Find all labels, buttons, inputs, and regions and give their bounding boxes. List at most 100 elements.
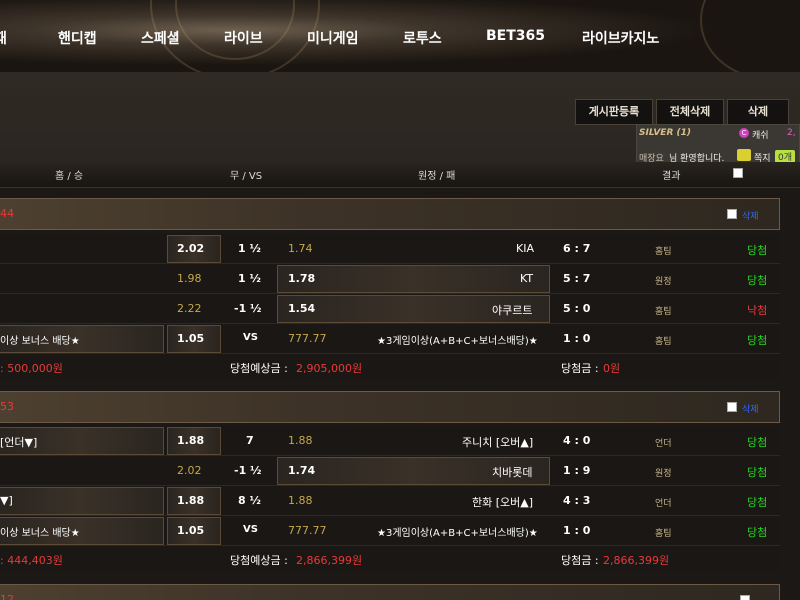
select-all-checkbox[interactable] [733,168,743,178]
nav-item-live[interactable]: 라이브 [224,28,263,48]
result-badge: 당첨 [747,526,768,539]
odd-box[interactable] [0,487,164,515]
result-badge: 낙첨 [747,304,768,317]
score: 1 : 0 [563,332,591,345]
table-row: 2.02 1 ½ 1.74 KIA 6 : 7 홈팀 당첨 [0,234,780,264]
delete-all-button[interactable]: 전체삭제 [656,99,724,125]
table-row: ▼] 1.88 8 ½ 1.88 한화 [오버▲] 4 : 3 언더 당첨 [0,486,780,516]
nav-item-0[interactable]: 패 [0,28,7,48]
user-status-box: SILVER (1) C 캐쉬 2, 매장요 님 환영합니다. 쪽지 0개 [636,124,800,166]
bet-type: 원정 [655,469,672,479]
result-badge: 당첨 [747,436,768,449]
group-number: 12 [0,593,14,600]
away-team: 주니치 [오버▲] [462,436,534,449]
result-badge: 당첨 [747,466,768,479]
bet-group-header: 44 삭제 [0,198,780,230]
nav-item-minigame[interactable]: 미니게임 [307,28,359,48]
nav-item-lotus[interactable]: 로투스 [403,28,442,48]
bet-type: 홈팀 [655,307,672,317]
away-team: ★3게임이상(A+B+C+보너스배당)★ [377,336,538,347]
expected-label: 당첨예상금 : [230,362,288,375]
result-badge: 당첨 [747,334,768,347]
mid-value: VS [243,524,258,535]
home-odd: 1.05 [177,524,205,537]
expected-amount: 2,866,399원 [296,554,363,567]
cash-label: 캐쉬 [752,131,769,141]
col-draw: 무 / VS [230,171,263,182]
home-odd: 2.02 [177,464,202,477]
home-odd: 1.88 [177,434,205,447]
win-amount: 0원 [603,362,621,375]
nav-item-handicap[interactable]: 핸디캡 [58,28,97,48]
win-label: 당첨금 : [561,362,599,375]
board-register-button[interactable]: 게시판등록 [575,99,653,125]
odd-box[interactable] [277,265,550,293]
bet-type: 언더 [655,439,672,449]
group-number: 44 [0,207,14,220]
win-label: 당첨금 : [561,554,599,567]
away-odd: 1.74 [288,242,313,255]
col-home: 홈 / 승 [55,171,84,182]
bet-summary: : 444,403원 당첨예상금 : 2,866,399원 당첨금 : 2,86… [0,546,780,572]
mid-value: VS [243,332,258,343]
bet-amount: : 500,000원 [0,362,63,375]
bet-group-header: 12 [0,584,780,600]
score: 5 : 0 [563,302,591,315]
home-odd: 2.22 [177,302,202,315]
expected-label: 당첨예상금 : [230,554,288,567]
group-checkbox[interactable] [727,209,737,219]
home-odd: 1.88 [177,494,205,507]
home-odd: 1.05 [177,332,205,345]
grade-label: SILVER (1) [639,128,691,138]
table-row: 2.02 -1 ½ 1.74 치바롯데 1 : 9 원정 당첨 [0,456,780,486]
home-team: [언더▼] [0,436,38,449]
bet-summary: : 500,000원 당첨예상금 : 2,905,000원 당첨금 : 0원 [0,354,780,380]
home-team: 이상 보너스 배당★ [0,528,80,539]
col-away: 원정 / 패 [418,171,456,182]
score: 1 : 9 [563,464,591,477]
bet-amount: : 444,403원 [0,554,63,567]
home-odd: 2.02 [177,242,205,255]
table-row: 이상 보너스 배당★ 1.05 VS 777.77 ★3게임이상(A+B+C+보… [0,516,780,546]
nav-item-bet365[interactable]: BET365 [486,28,545,44]
mid-value: -1 ½ [234,302,262,315]
top-nav: 패 핸디캡 스페셜 라이브 미니게임 로투스 BET365 라이브카지노 [0,0,800,80]
nav-item-special[interactable]: 스페셜 [141,28,180,48]
result-badge: 당첨 [747,496,768,509]
away-team: 한화 [오버▲] [472,496,534,509]
group-checkbox[interactable] [727,402,737,412]
nav-item-live-casino[interactable]: 라이브카지노 [582,28,659,48]
score: 4 : 0 [563,434,591,447]
away-team: 치바롯데 [492,466,533,479]
group-delete-link[interactable]: 삭제 [742,402,759,415]
mid-value: 1 ½ [238,242,261,255]
score: 6 : 7 [563,242,591,255]
table-row: [언더▼] 1.88 7 1.88 주니치 [오버▲] 4 : 0 언더 당첨 [0,426,780,456]
home-odd: 1.98 [177,272,202,285]
group-delete-link[interactable]: 삭제 [742,209,759,222]
cash-value: 2, [787,128,796,138]
group-number: 53 [0,400,14,413]
away-team: KIA [516,242,534,255]
away-team: 야쿠르트 [492,304,533,317]
mid-value: 1 ½ [238,272,261,285]
bet-type: 원정 [655,277,672,287]
home-team: 이상 보너스 배당★ [0,336,80,347]
away-team: KT [520,272,534,285]
away-odd: 1.88 [288,434,313,447]
away-odd: 1.78 [288,272,316,285]
note-icon [737,149,751,161]
group-checkbox[interactable] [740,595,750,600]
table-row: 2.22 -1 ½ 1.54 야쿠르트 5 : 0 홈팀 낙첨 [0,294,780,324]
table-row: 1.98 1 ½ 1.78 KT 5 : 7 원정 당첨 [0,264,780,294]
mid-value: 8 ½ [238,494,261,507]
bet-type: 언더 [655,499,672,509]
away-odd: 1.54 [288,302,316,315]
win-amount: 2,866,399원 [603,554,670,567]
delete-button[interactable]: 삭제 [727,99,789,125]
away-odd: 1.74 [288,464,316,477]
mid-value: -1 ½ [234,464,262,477]
col-result: 결과 [662,171,681,182]
score: 1 : 0 [563,524,591,537]
away-odd: 777.77 [288,524,327,537]
